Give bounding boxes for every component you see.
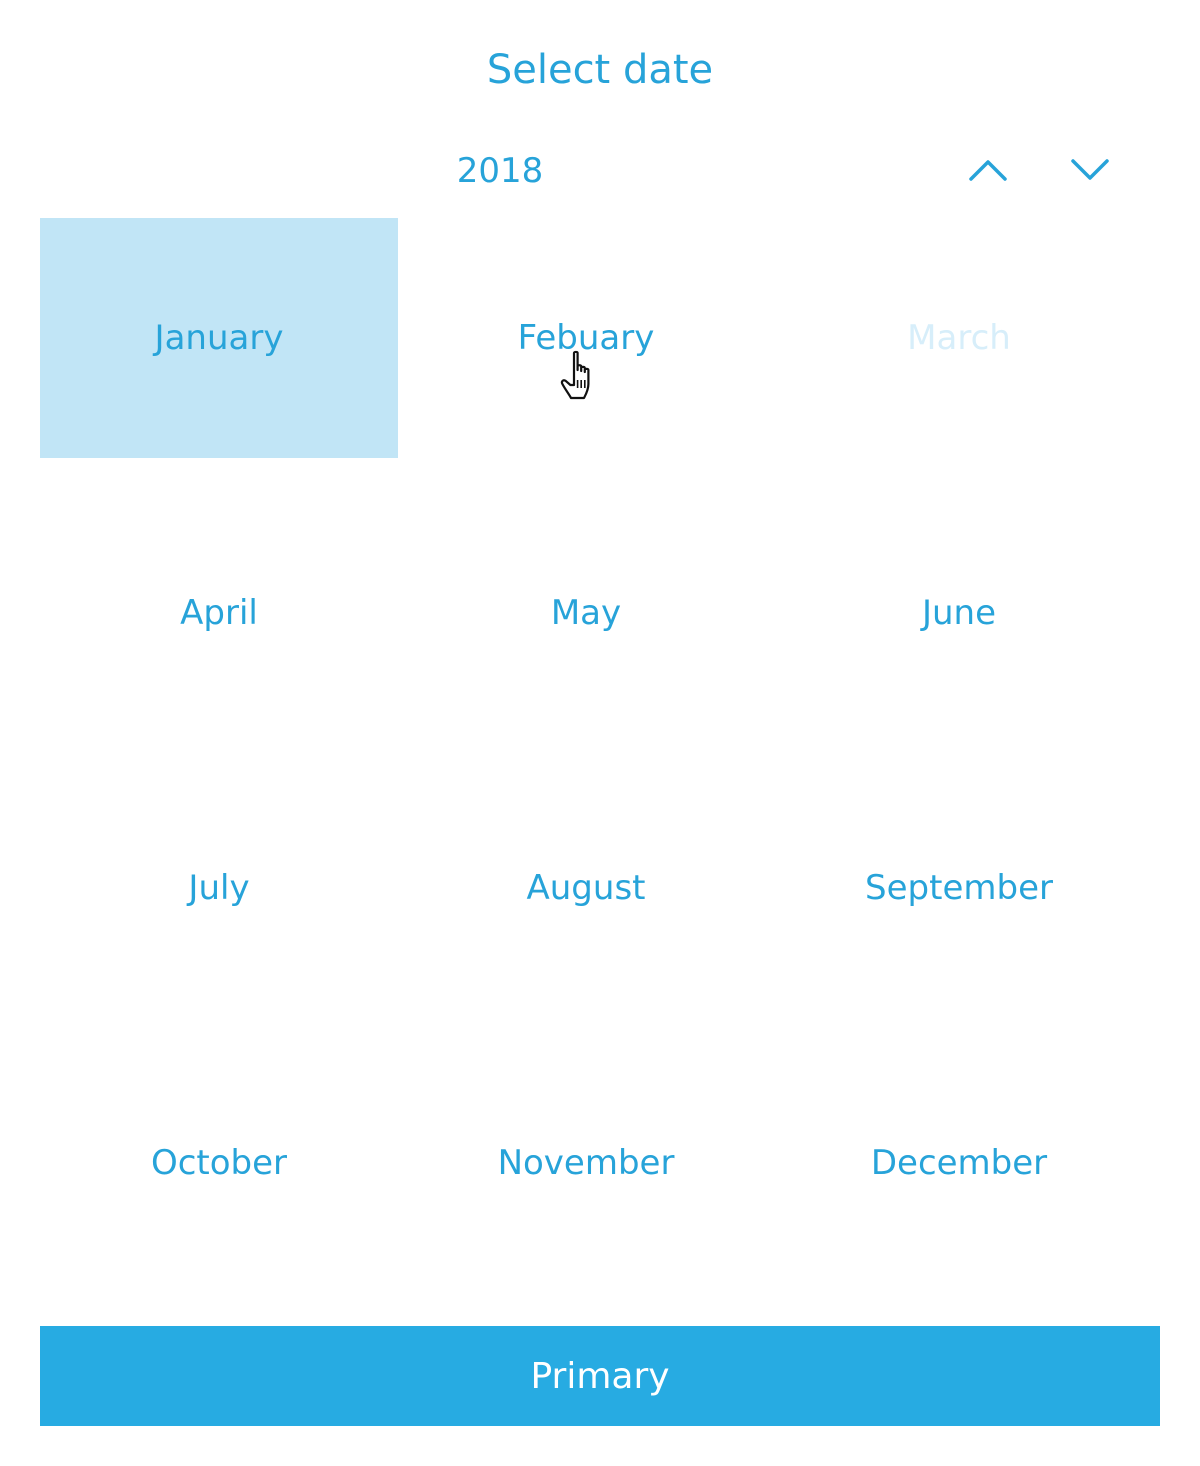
month-february[interactable]: Febuary <box>398 218 774 458</box>
month-july[interactable]: July <box>40 768 398 1008</box>
chevron-down-icon <box>1071 159 1109 180</box>
next-year-button[interactable] <box>1058 140 1122 200</box>
page-title: Select date <box>486 47 714 93</box>
month-october[interactable]: October <box>40 1043 398 1283</box>
month-may[interactable]: May <box>398 493 774 733</box>
year-label: 2018 <box>456 151 544 191</box>
month-april[interactable]: April <box>40 493 398 733</box>
month-november[interactable]: November <box>398 1043 774 1283</box>
chevron-up-icon <box>969 160 1007 181</box>
month-march: March <box>907 318 1011 358</box>
primary-button[interactable]: Primary <box>40 1326 1160 1426</box>
month-september[interactable]: September <box>774 768 1144 1008</box>
month-january[interactable]: January <box>40 218 398 458</box>
month-august[interactable]: August <box>398 768 774 1008</box>
month-december[interactable]: December <box>774 1043 1144 1283</box>
month-june[interactable]: June <box>774 493 1144 733</box>
previous-year-button[interactable] <box>956 140 1020 200</box>
month-grid: January Febuary March April May June Jul… <box>40 218 1144 1283</box>
